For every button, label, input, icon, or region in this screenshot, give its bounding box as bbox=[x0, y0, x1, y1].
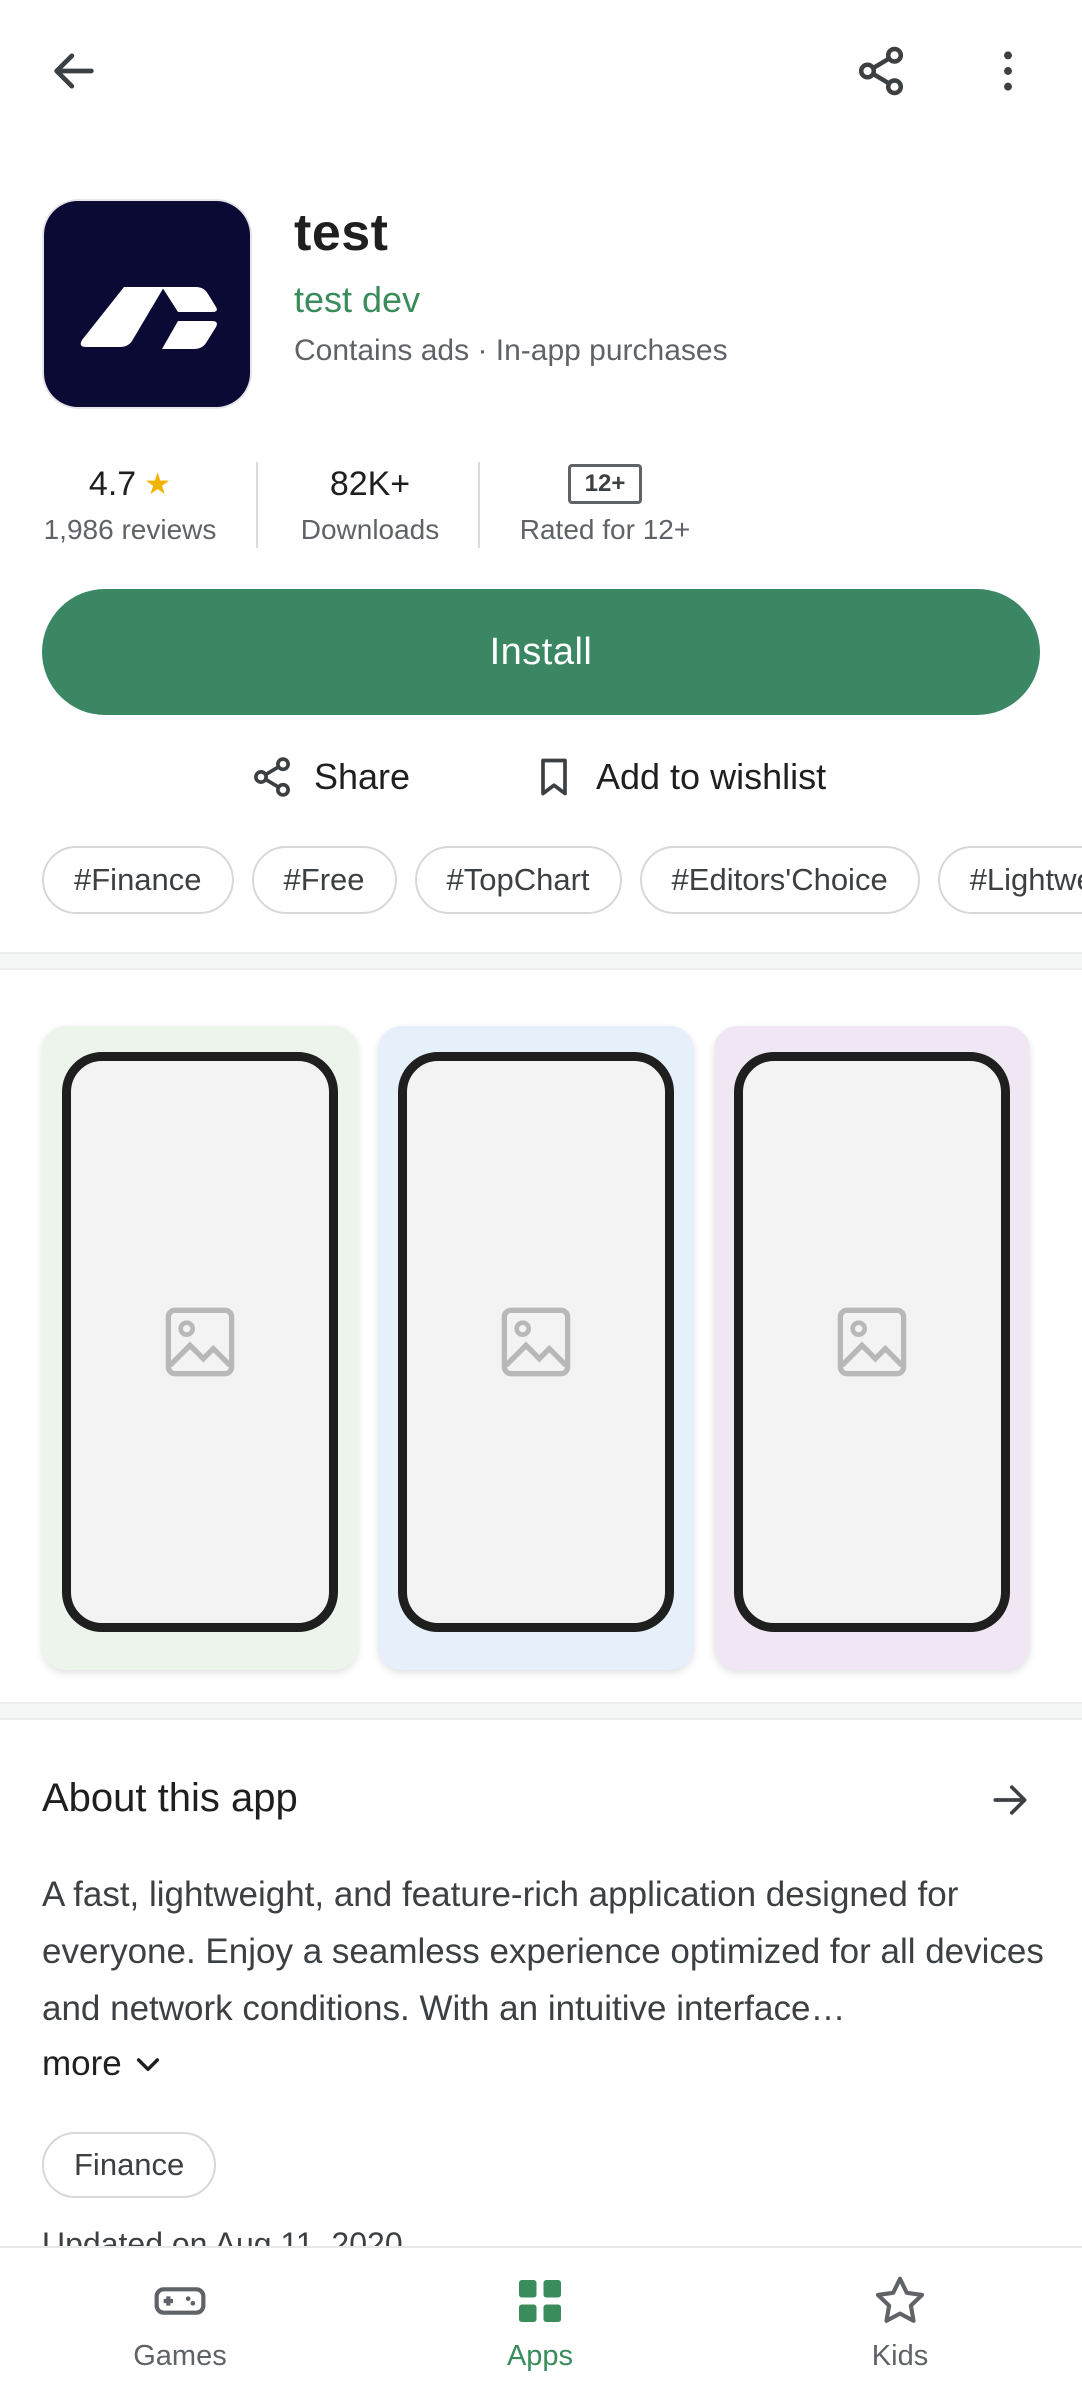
stat-divider bbox=[478, 462, 480, 548]
share-action[interactable]: Share bbox=[250, 742, 410, 812]
app-icon bbox=[44, 201, 250, 407]
category-chip[interactable]: Finance bbox=[42, 2132, 217, 2198]
downloads-label: Downloads bbox=[300, 514, 440, 545]
wishlist-action[interactable]: Add to wishlist bbox=[532, 742, 826, 812]
nav-games[interactable]: Games bbox=[80, 2272, 280, 2373]
screenshot-card[interactable] bbox=[378, 1026, 694, 1670]
screenshot-card[interactable] bbox=[42, 1026, 358, 1670]
nav-kids[interactable]: Kids bbox=[800, 2272, 1000, 2373]
share-icon bbox=[254, 757, 290, 797]
app-details-page: test test dev Contains ads · In-app purc… bbox=[0, 0, 1082, 2402]
bookmark-icon bbox=[541, 758, 567, 796]
top-bar bbox=[0, 0, 1082, 145]
star-icon: ★ bbox=[144, 467, 172, 501]
nav-apps-label: Apps bbox=[506, 2340, 574, 2372]
nav-kids-label: Kids bbox=[871, 2340, 929, 2372]
app-title: test bbox=[294, 204, 389, 262]
chevron-down-icon bbox=[136, 2058, 159, 2072]
nav-games-label: Games bbox=[133, 2340, 227, 2372]
content-rating-badge: 12+ bbox=[567, 464, 643, 504]
screenshot-card[interactable] bbox=[714, 1026, 1030, 1670]
app-logo-icon bbox=[80, 287, 217, 349]
gamepad-icon bbox=[154, 2287, 206, 2315]
downloads-value: 82K+ bbox=[329, 464, 411, 503]
image-placeholder-icon bbox=[165, 1307, 235, 1377]
app-meta: Contains ads · In-app purchases bbox=[294, 334, 728, 367]
arrow-left-icon bbox=[54, 53, 94, 89]
developer-link[interactable]: test dev bbox=[294, 279, 420, 321]
more-options-button[interactable] bbox=[968, 36, 1048, 106]
install-button[interactable]: Install bbox=[42, 589, 1040, 715]
more-vertical-icon bbox=[1004, 51, 1012, 91]
nav-icon-wrap bbox=[80, 2272, 280, 2330]
about-title: About this app bbox=[42, 1776, 298, 1820]
content-rating-row: 12+ bbox=[500, 460, 710, 508]
more-label: more bbox=[42, 2044, 122, 2083]
stat-divider bbox=[256, 462, 258, 548]
tag-chip[interactable]: #Editors'Choice bbox=[639, 846, 920, 914]
bottom-navigation: Games Apps Kids bbox=[0, 2246, 1082, 2402]
section-divider bbox=[0, 952, 1082, 970]
tag-chip[interactable]: #Finance bbox=[42, 846, 234, 914]
back-button[interactable] bbox=[34, 36, 114, 106]
rating-stat[interactable]: 4.7 ★ 1,986 reviews bbox=[30, 460, 230, 546]
downloads-stat: 82K+ Downloads bbox=[270, 460, 470, 546]
tag-list: #Finance #Free #TopChart #Editors'Choice #Li… bbox=[42, 846, 1082, 916]
content-rating-stat[interactable]: 12+ Rated for 12+ bbox=[500, 460, 710, 546]
nav-icon-wrap bbox=[800, 2272, 1000, 2330]
phone-frame bbox=[398, 1052, 674, 1632]
nav-icon-wrap bbox=[440, 2272, 640, 2330]
phone-frame bbox=[62, 1052, 338, 1632]
nav-apps[interactable]: Apps bbox=[440, 2272, 640, 2373]
share-label: Share bbox=[314, 756, 411, 797]
content-rating-label: Rated for 12+ bbox=[519, 514, 691, 545]
about-description: A fast, lightweight, and feature-rich ap… bbox=[42, 1875, 1044, 2028]
rating-value-row: 4.7 ★ bbox=[30, 460, 230, 508]
image-placeholder-icon bbox=[501, 1307, 571, 1377]
tag-chip[interactable]: #Free bbox=[251, 846, 397, 914]
apps-grid-icon bbox=[519, 2280, 561, 2322]
more-link[interactable]: more bbox=[42, 2044, 164, 2084]
rating-value: 4.7 bbox=[88, 464, 137, 503]
arrow-right-icon bbox=[993, 1785, 1027, 1815]
section-divider bbox=[0, 1702, 1082, 1720]
reviews-count: 1,986 reviews bbox=[43, 514, 217, 545]
share-icon bbox=[858, 46, 904, 96]
star-outline-icon bbox=[875, 2276, 925, 2323]
tag-chip[interactable]: #TopChart bbox=[414, 846, 622, 914]
updated-date: Updated on Aug 11, 2020 bbox=[42, 2226, 403, 2248]
wishlist-label: Add to wishlist bbox=[596, 756, 827, 797]
image-placeholder-icon bbox=[837, 1307, 907, 1377]
share-button[interactable] bbox=[840, 36, 922, 106]
tag-chip[interactable]: #Lightweight bbox=[937, 846, 1082, 914]
phone-frame bbox=[734, 1052, 1010, 1632]
about-arrow-button[interactable] bbox=[980, 1770, 1040, 1830]
